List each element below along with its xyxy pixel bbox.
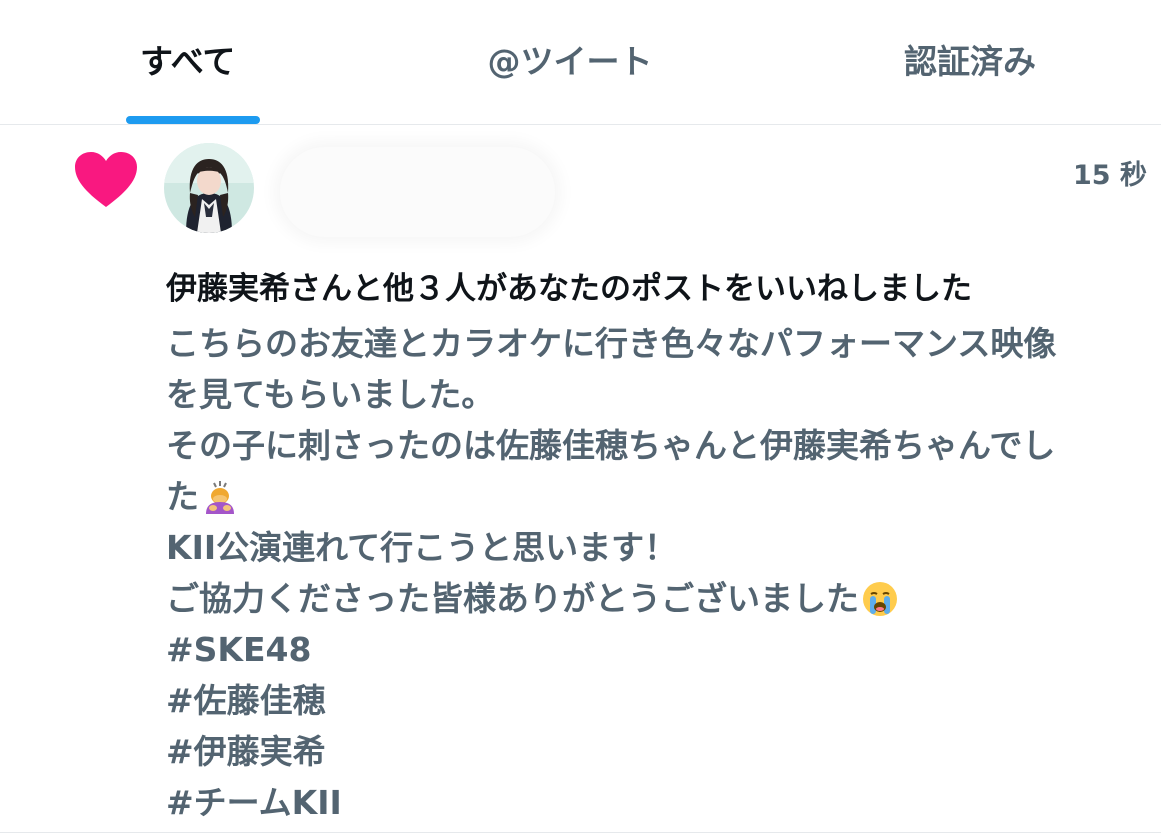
tweet-line: こちらのお友達とカラオケに行き色々なパフォーマンス映像 [166,324,1057,363]
tab-mentions[interactable]: @ツイート [430,0,710,124]
tab-all[interactable]: すべて [40,0,340,124]
tweet-line: た [166,471,1156,522]
hashtag[interactable]: #佐藤佳穂 [166,675,1156,726]
tweet-text: こちらのお友達とカラオケに行き色々なパフォーマンス映像 を見てもらいました。 そ… [166,318,1156,828]
avatar-photo [164,143,254,233]
hashtag[interactable]: #SKE48 [166,624,1156,675]
like-notification[interactable]: 15 秒 伊藤実希さんと他３人があなたのポストをいいねしました こちらのお友達と… [0,125,1161,833]
liker-names-redacted [280,147,555,237]
tweet-line: ご協力くださった皆様ありがとうございました [166,573,1156,624]
tab-verified[interactable]: 認証済み [860,0,1080,124]
crying-face-emoji [861,580,899,632]
notification-headline: 伊藤実希さんと他３人があなたのポストをいいねしました [166,271,972,307]
tweet-line: を見てもらいました。 [166,375,495,414]
tweet-line-text: ご協力くださった皆様ありがとうございました [166,579,859,618]
active-tab-indicator [126,116,260,124]
notification-tabs: すべて @ツイート 認証済み [0,0,1161,125]
heart-icon [75,152,137,207]
hashtag[interactable]: #チームKII [166,777,1156,828]
hashtag[interactable]: #伊藤実希 [166,726,1156,777]
tweet-line: その子に刺さったのは佐藤佳穂ちゃんと伊藤実希ちゃんでし [166,426,1056,465]
tweet-line-text: た [166,477,199,516]
avatar[interactable] [164,143,254,233]
timestamp: 15 秒 [1073,160,1147,191]
tweet-line: KII公演連れて行こうと思います！ [166,528,678,567]
